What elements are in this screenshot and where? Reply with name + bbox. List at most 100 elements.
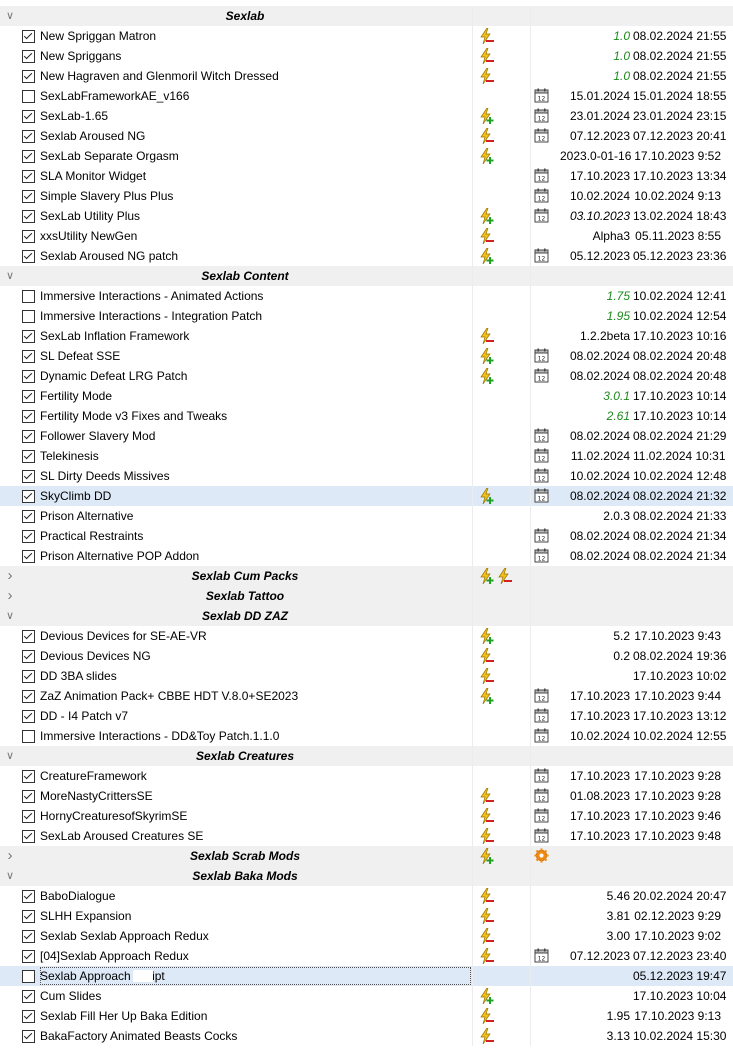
mod-row[interactable]: Devious Devices NG 0.2 08.02.2024 19:36 (0, 646, 733, 666)
mod-checkbox-checked[interactable] (22, 670, 35, 683)
mod-checkbox-checked[interactable] (22, 650, 35, 663)
mod-checkbox-checked[interactable] (22, 390, 35, 403)
mod-checkbox-checked[interactable] (22, 110, 35, 123)
mod-checkbox-unchecked[interactable] (22, 310, 35, 323)
mod-row[interactable]: Immersive Interactions - Animated Action… (0, 286, 733, 306)
mod-row[interactable]: SL Dirty Deeds Missives 10.02.2024 10.02.2… (0, 466, 733, 486)
separator-sexlab-scrab-mods[interactable]: › Sexlab Scrab Mods (0, 846, 733, 866)
mod-row[interactable]: SexLab Utility Plus 03.10.2023 13.02.2024 … (0, 206, 733, 226)
mod-checkbox-checked[interactable] (22, 150, 35, 163)
mod-row[interactable]: Fertility Mode v3 Fixes and Tweaks 2.61 17… (0, 406, 733, 426)
separator-sexlab-cum-packs[interactable]: › Sexlab Cum Packs (0, 566, 733, 586)
mod-row[interactable]: Practical Restraints 08.02.2024 08.02.2024… (0, 526, 733, 546)
mod-checkbox-checked[interactable] (22, 530, 35, 543)
mod-row[interactable]: SL Defeat SSE 08.02.2024 08.02.2024 20:48 (0, 346, 733, 366)
chevron-down-icon[interactable]: ∨ (4, 266, 16, 286)
mod-row[interactable]: DD 3BA slides 17.10.2023 10:02 (0, 666, 733, 686)
mod-row[interactable]: New Spriggan Matron 1.0 08.02.2024 21:55 (0, 26, 733, 46)
mod-row[interactable]: Sexlab Sexlab Approach Redux 3.00 17.10.20… (0, 926, 733, 946)
mod-checkbox-checked[interactable] (22, 350, 35, 363)
mod-checkbox-checked[interactable] (22, 490, 35, 503)
mod-checkbox-checked[interactable] (22, 410, 35, 423)
mod-row[interactable]: CreatureFramework 17.10.2023 17.10.2023 9:… (0, 766, 733, 786)
chevron-down-icon[interactable]: ∨ (4, 606, 16, 626)
mod-checkbox-checked[interactable] (22, 470, 35, 483)
mod-checkbox-unchecked[interactable] (22, 90, 35, 103)
mod-row[interactable]: MoreNastyCrittersSE 01.08.2023 17.10.2023 … (0, 786, 733, 806)
mod-checkbox-checked[interactable] (22, 170, 35, 183)
separator-sexlab-creatures[interactable]: ∨ Sexlab Creatures (0, 746, 733, 766)
mod-row[interactable]: BakaFactory Animated Beasts Cocks 3.13 10.… (0, 1026, 733, 1046)
mod-row[interactable]: SexLab-1.65 23.01.2024 23.01.2024 23:15 (0, 106, 733, 126)
mod-row[interactable]: New Spriggans 1.0 08.02.2024 21:55 (0, 46, 733, 66)
mod-checkbox-checked[interactable] (22, 710, 35, 723)
mod-checkbox-checked[interactable] (22, 250, 35, 263)
mod-checkbox-checked[interactable] (22, 330, 35, 343)
mod-row[interactable]: SexLabFrameworkAE_v166 15.01.2024 15.01.20… (0, 86, 733, 106)
mod-checkbox-checked[interactable] (22, 990, 35, 1003)
mod-checkbox-unchecked[interactable] (22, 730, 35, 743)
mod-row[interactable]: SLHH Expansion 3.81 02.12.2023 9:29 (0, 906, 733, 926)
mod-row[interactable]: SexLab Inflation Framework 1.2.2beta 17.10… (0, 326, 733, 346)
mod-row[interactable]: BaboDialogue 5.46 20.02.2024 20:47 (0, 886, 733, 906)
mod-row[interactable]: ZaZ Animation Pack+ CBBE HDT V.8.0+SE202… (0, 686, 733, 706)
mod-checkbox-checked[interactable] (22, 1030, 35, 1043)
mod-checkbox-checked[interactable] (22, 950, 35, 963)
mod-row[interactable]: Cum Slides 17.10.2023 10:04 (0, 986, 733, 1006)
mod-checkbox-unchecked[interactable] (22, 290, 35, 303)
mod-checkbox-checked[interactable] (22, 890, 35, 903)
mod-checkbox-checked[interactable] (22, 1010, 35, 1023)
mod-row[interactable]: Sexlab Aroused NG patch 05.12.2023 05.12.2… (0, 246, 733, 266)
mod-checkbox-checked[interactable] (22, 550, 35, 563)
mod-checkbox-checked[interactable] (22, 50, 35, 63)
mod-checkbox-checked[interactable] (22, 430, 35, 443)
mod-checkbox-checked[interactable] (22, 910, 35, 923)
separator-sexlab-content[interactable]: ∨ Sexlab Content (0, 266, 733, 286)
mod-row[interactable]: Prison Alternative 2.0.3 08.02.2024 21:33 (0, 506, 733, 526)
mod-row[interactable]: Follower Slavery Mod 08.02.2024 08.02.2024… (0, 426, 733, 446)
separator-sexlab[interactable]: ∨ Sexlab (0, 6, 733, 26)
mod-checkbox-checked[interactable] (22, 830, 35, 843)
mod-checkbox-checked[interactable] (22, 790, 35, 803)
mod-row[interactable]: Sexlab Aroused NG 07.12.2023 07.12.2023 20… (0, 126, 733, 146)
mod-checkbox-checked[interactable] (22, 450, 35, 463)
mod-checkbox-checked[interactable] (22, 190, 35, 203)
mod-checkbox-checked[interactable] (22, 690, 35, 703)
separator-sexlab-tattoo[interactable]: › Sexlab Tattoo (0, 586, 733, 606)
separator-sexlab-baka-mods[interactable]: ∨ Sexlab Baka Mods (0, 866, 733, 886)
chevron-down-icon[interactable]: ∨ (4, 6, 16, 26)
mod-row[interactable]: Simple Slavery Plus Plus 10.02.2024 10.02.… (0, 186, 733, 206)
mod-row[interactable]: Sexlab Fill Her Up Baka Edition 1.95 17.10… (0, 1006, 733, 1026)
mod-row[interactable]: DD - I4 Patch v7 17.10.2023 17.10.2023 13:… (0, 706, 733, 726)
mod-checkbox-checked[interactable] (22, 770, 35, 783)
mod-row[interactable]: Prison Alternative POP Addon 08.02.2024 08… (0, 546, 733, 566)
mod-row[interactable]: SLA Monitor Widget 17.10.2023 17.10.2023 1… (0, 166, 733, 186)
mod-checkbox-checked[interactable] (22, 630, 35, 643)
mod-row[interactable]: SexLab Aroused Creatures SE 17.10.2023 17.… (0, 826, 733, 846)
chevron-right-icon[interactable]: › (4, 846, 16, 866)
mod-row[interactable]: SkyClimb DD 08.02.2024 08.02.2024 21:32 (0, 486, 733, 506)
mod-checkbox-checked[interactable] (22, 370, 35, 383)
mod-row[interactable]: [04]Sexlab Approach Redux 07.12.2023 07.12… (0, 946, 733, 966)
mod-checkbox-checked[interactable] (22, 210, 35, 223)
mod-row[interactable]: Dynamic Defeat LRG Patch 08.02.2024 08.02.… (0, 366, 733, 386)
mod-row[interactable]: Sexlab Approach Script 05.12.2023 19:47 (0, 966, 733, 986)
mod-checkbox-checked[interactable] (22, 130, 35, 143)
mod-checkbox-unchecked[interactable] (22, 970, 35, 983)
chevron-right-icon[interactable]: › (4, 586, 16, 606)
mod-row[interactable]: xxsUtility NewGen Alpha3 05.11.2023 8:55 (0, 226, 733, 246)
mod-row[interactable]: SexLab Separate Orgasm 2023.0-01-16 17.10.… (0, 146, 733, 166)
mod-row[interactable]: New Hagraven and Glenmoril Witch Dressed… (0, 66, 733, 86)
mod-checkbox-checked[interactable] (22, 930, 35, 943)
chevron-right-icon[interactable]: › (4, 566, 16, 586)
mod-checkbox-checked[interactable] (22, 30, 35, 43)
mod-row[interactable]: Devious Devices for SE-AE-VR 5.2 17.10.202… (0, 626, 733, 646)
mod-row[interactable]: Fertility Mode 3.0.1 17.10.2023 10:14 (0, 386, 733, 406)
separator-sexlab-dd-zaz[interactable]: ∨ Sexlab DD ZAZ (0, 606, 733, 626)
mod-row[interactable]: HornyCreaturesofSkyrimSE 17.10.2023 17.10.… (0, 806, 733, 826)
mod-row[interactable]: Immersive Interactions - DD&Toy Patch.1.… (0, 726, 733, 746)
mod-row[interactable]: Immersive Interactions - Integration Pat… (0, 306, 733, 326)
mod-checkbox-checked[interactable] (22, 70, 35, 83)
mod-checkbox-checked[interactable] (22, 810, 35, 823)
mod-checkbox-checked[interactable] (22, 230, 35, 243)
